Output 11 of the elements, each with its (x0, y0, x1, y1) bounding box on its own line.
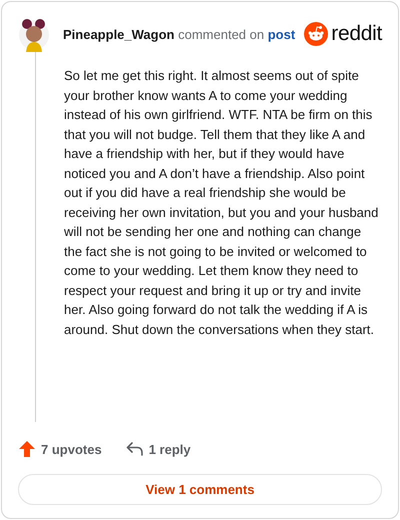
reddit-logo-icon (304, 22, 328, 46)
reply-count: 1 reply (148, 442, 191, 456)
post-link[interactable]: post (268, 26, 296, 42)
reply-icon[interactable] (126, 441, 144, 457)
view-comments-button[interactable]: View 1 comments (18, 474, 382, 505)
comment-header: Pineapple_Wagon commented on post (63, 26, 296, 42)
avatar-icon (18, 16, 50, 52)
comment-text: So let me get this right. It almost seems out of spite your brother know wants A to come your wedding instead of his own girlfriend. WTF. NTA be firm on this that you will not budge. Tell them that they like A and have a friendship with her, but if they would have noticed you and A don’t have a friendship. Also point out if you did have a real friendship she would be receiving her own invitation, but you and your husband will not be sending her one and nothing can change the fact she is not going to be invited or welcomed to come to your wedding. Let them know they need to respect your request and bring it up or try and invite her. Also going forward do not talk the wedding if A is around. Shut down the conversations when they start. (64, 67, 380, 339)
upvote-icon[interactable] (18, 440, 36, 458)
brand-name: reddit (331, 22, 382, 46)
upvote-count: 7 upvotes (41, 442, 102, 456)
